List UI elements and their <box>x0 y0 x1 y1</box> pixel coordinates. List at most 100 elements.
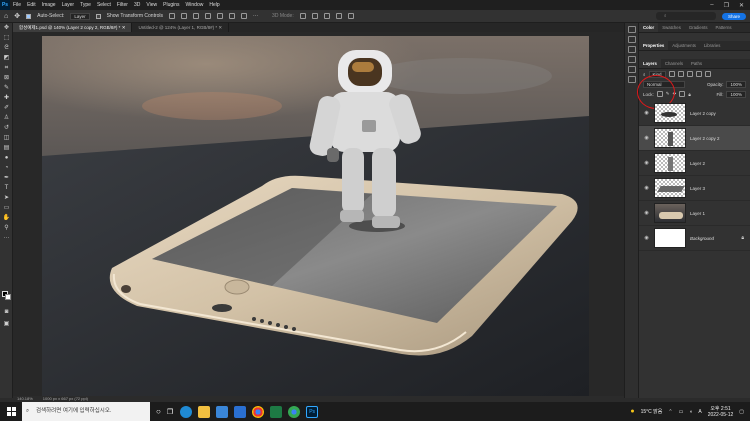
cortana-icon[interactable]: ○ <box>156 407 161 416</box>
brush-settings-icon[interactable] <box>627 46 636 53</box>
type-tool-icon[interactable]: T <box>2 184 11 193</box>
store-icon[interactable] <box>216 405 229 418</box>
menu-image[interactable]: Image <box>39 2 59 8</box>
visibility-eye-icon[interactable]: ◉ <box>643 135 650 141</box>
volume-icon[interactable]: ◖ <box>689 409 692 415</box>
3d-pan-icon[interactable] <box>323 13 330 19</box>
visibility-eye-icon[interactable]: ◉ <box>643 235 650 241</box>
layer-row-layer-1[interactable]: ◉ Layer 1 <box>639 201 750 226</box>
tab-document-2[interactable]: Untitled-2 @ 124% (Layer 1, RGB/8#) * ✕ <box>132 23 230 32</box>
3d-scale-icon[interactable] <box>347 13 354 19</box>
marquee-tool-icon[interactable]: ⬚ <box>2 34 11 43</box>
filter-adjustment-icon[interactable] <box>677 71 684 77</box>
object-select-tool-icon[interactable]: ◩ <box>2 54 11 63</box>
pen-tool-icon[interactable]: ✒ <box>2 174 11 183</box>
eyedropper-tool-icon[interactable]: ✎ <box>2 84 11 93</box>
menu-view[interactable]: View <box>143 2 160 8</box>
align-middle-icon[interactable] <box>217 13 224 19</box>
chrome-icon[interactable] <box>252 405 265 418</box>
dodge-tool-icon[interactable]: ◔ <box>2 164 11 173</box>
close-tab-icon[interactable]: ✕ <box>122 25 126 30</box>
visibility-eye-icon[interactable]: ◉ <box>643 110 650 116</box>
tab-adjustments[interactable]: Adjustments <box>668 41 700 50</box>
more-tools-icon[interactable]: ··· <box>2 234 11 243</box>
start-button[interactable] <box>0 402 22 421</box>
lock-artboard-icon[interactable] <box>679 91 686 97</box>
transform-controls-checkbox[interactable] <box>95 13 101 19</box>
home-icon[interactable]: ⌂ <box>4 13 8 20</box>
menu-type[interactable]: Type <box>77 2 94 8</box>
filter-type-icon[interactable] <box>686 71 693 77</box>
visibility-eye-icon[interactable]: ◉ <box>643 210 650 216</box>
tray-overflow-icon[interactable]: ⌃ <box>668 409 672 415</box>
character-icon[interactable] <box>627 56 636 63</box>
opacity-input[interactable]: 100% <box>726 80 746 88</box>
frame-tool-icon[interactable]: ⊠ <box>2 74 11 83</box>
share-button[interactable]: Share <box>721 12 746 20</box>
3d-rotate-icon[interactable] <box>299 13 306 19</box>
3d-roll-icon[interactable] <box>311 13 318 19</box>
tab-document-1[interactable]: 합성예제1.psd @ 140% (Layer 2 copy 2, RGB/8#… <box>13 23 133 32</box>
layer-row-layer-2[interactable]: ◉ Layer 2 <box>639 151 750 176</box>
info-icon[interactable] <box>627 36 636 43</box>
photoshop-taskbar-icon[interactable]: Ps <box>306 405 319 418</box>
tab-layers[interactable]: Layers <box>639 59 661 68</box>
move-tool-icon[interactable]: ✥ <box>2 24 11 33</box>
clone-stamp-tool-icon[interactable]: ♙ <box>2 114 11 123</box>
layer-row-layer-2-copy[interactable]: ◉ Layer 2 copy <box>639 101 750 126</box>
align-top-icon[interactable] <box>205 13 212 19</box>
align-right-icon[interactable] <box>193 13 200 19</box>
menu-edit[interactable]: Edit <box>24 2 39 8</box>
visibility-eye-icon[interactable]: ◉ <box>643 160 650 166</box>
close-tab-icon[interactable]: ✕ <box>218 25 222 30</box>
tab-properties[interactable]: Properties <box>639 41 669 50</box>
path-select-tool-icon[interactable]: ➤ <box>2 194 11 203</box>
layer-name[interactable]: Background <box>690 236 714 241</box>
filter-shape-icon[interactable] <box>695 71 702 77</box>
blur-tool-icon[interactable]: ● <box>2 154 11 163</box>
layer-row-layer-3[interactable]: ◉ Layer 3 <box>639 176 750 201</box>
visibility-eye-icon[interactable]: ◉ <box>643 185 650 191</box>
distribute-icon[interactable] <box>241 13 248 19</box>
menu-select[interactable]: Select <box>94 2 114 8</box>
screen-mode-icon[interactable]: ▣ <box>2 320 11 329</box>
layer-name[interactable]: Layer 1 <box>690 211 705 216</box>
history-icon[interactable] <box>627 26 636 33</box>
lock-icon[interactable]: 🔒︎ <box>741 235 744 241</box>
tab-channels[interactable]: Channels <box>661 59 687 68</box>
more-options-icon[interactable]: ··· <box>253 13 258 19</box>
tab-patterns[interactable]: Patterns <box>712 23 736 32</box>
gradient-tool-icon[interactable]: ▤ <box>2 144 11 153</box>
tab-swatches[interactable]: Swatches <box>658 23 685 32</box>
move-tool-icon[interactable]: ✥ <box>14 12 20 20</box>
layer-name[interactable]: Layer 3 <box>690 186 705 191</box>
menu-plugins[interactable]: Plugins <box>160 2 182 8</box>
filter-pixel-icon[interactable] <box>668 71 675 77</box>
input-language[interactable]: A <box>698 409 701 415</box>
crop-tool-icon[interactable]: ⌗ <box>2 64 11 73</box>
quick-mask-icon[interactable]: ◙ <box>2 308 11 317</box>
healing-brush-tool-icon[interactable]: ✚ <box>2 94 11 103</box>
chrome-alt-icon[interactable] <box>288 405 301 418</box>
layer-name[interactable]: Layer 2 copy <box>690 111 716 116</box>
layer-row-background[interactable]: ◉ Background 🔒︎ <box>639 226 750 251</box>
canvas-image[interactable] <box>42 36 589 398</box>
layer-name[interactable]: Layer 2 <box>690 161 705 166</box>
minimize-button[interactable]: – <box>710 2 713 9</box>
clock[interactable]: 오후 2:51 2022-05-12 <box>708 406 734 418</box>
file-explorer-icon[interactable] <box>198 405 211 418</box>
taskbar-search-input[interactable]: ⌕ 검색하려면 여기에 입력하십시오. <box>22 402 150 421</box>
menu-file[interactable]: File <box>10 2 24 8</box>
lasso-tool-icon[interactable]: ᘓ <box>2 44 11 53</box>
align-bottom-icon[interactable] <box>229 13 236 19</box>
tab-libraries[interactable]: Libraries <box>700 41 724 50</box>
excel-icon[interactable] <box>270 405 283 418</box>
auto-select-dropdown[interactable]: Layer <box>70 12 90 20</box>
auto-select-checkbox[interactable] <box>26 13 32 19</box>
mail-icon[interactable] <box>234 405 247 418</box>
tab-gradients[interactable]: Gradients <box>685 23 712 32</box>
brush-tool-icon[interactable]: ✐ <box>2 104 11 113</box>
menu-layer[interactable]: Layer <box>59 2 78 8</box>
maximize-button[interactable]: ❐ <box>724 2 729 9</box>
network-icon[interactable]: ▭ <box>679 409 684 415</box>
